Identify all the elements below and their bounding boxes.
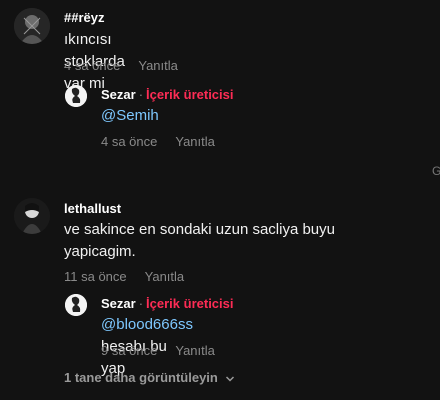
reply-meta: 4 sa önce Yanıtla <box>101 134 215 149</box>
avatar[interactable] <box>14 8 50 44</box>
comment-meta: 4 sa önce Yanıtla <box>64 58 178 73</box>
avatar[interactable] <box>65 294 87 316</box>
creator-badge: İçerik üreticisi <box>146 87 234 102</box>
reply-button[interactable]: Yanıtla <box>145 269 185 284</box>
comment-time: 11 sa önce <box>64 269 127 284</box>
reply-text: @Semih <box>101 105 159 127</box>
chevron-down-icon <box>226 376 235 382</box>
mention-link[interactable]: @blood666ss <box>101 316 193 333</box>
reply-username[interactable]: Sezar <box>101 87 136 102</box>
user-avatar-image <box>14 198 50 234</box>
reply-button[interactable]: Yanıtla <box>138 58 178 73</box>
creator-avatar-image <box>65 294 87 316</box>
reply-username[interactable]: Sezar <box>101 296 136 311</box>
separator: · <box>138 87 144 102</box>
view-more-replies-button[interactable]: 1 tane daha görüntüleyin <box>64 370 235 385</box>
comment-time: 4 sa önce <box>64 58 121 73</box>
reply-time: 9 sa önce <box>101 343 158 358</box>
reply-button[interactable]: Yanıtla <box>175 343 215 358</box>
comment-text: ve sakince en sondaki uzun sacliya buyu … <box>64 221 335 260</box>
reply-header: Sezar · İçerik üreticisi <box>101 296 234 311</box>
comment-username[interactable]: ##rëyz <box>64 10 104 25</box>
comment-meta: 11 sa önce Yanıtla <box>64 269 184 284</box>
reply-header: Sezar · İçerik üreticisi <box>101 87 234 102</box>
separator: · <box>138 296 144 311</box>
view-more-label: 1 tane daha görüntüleyin <box>64 370 218 385</box>
comment-username[interactable]: lethallust <box>64 201 121 216</box>
creator-avatar-image <box>65 85 87 107</box>
avatar[interactable] <box>14 198 50 234</box>
mention-link[interactable]: @Semih <box>101 107 159 124</box>
clipped-edge-text: G <box>432 164 440 178</box>
reply-meta: 9 sa önce Yanıtla <box>101 343 215 358</box>
reply-button[interactable]: Yanıtla <box>175 134 215 149</box>
creator-badge: İçerik üreticisi <box>146 296 234 311</box>
avatar[interactable] <box>65 85 87 107</box>
user-avatar-image <box>14 8 50 44</box>
reply-time: 4 sa önce <box>101 134 158 149</box>
